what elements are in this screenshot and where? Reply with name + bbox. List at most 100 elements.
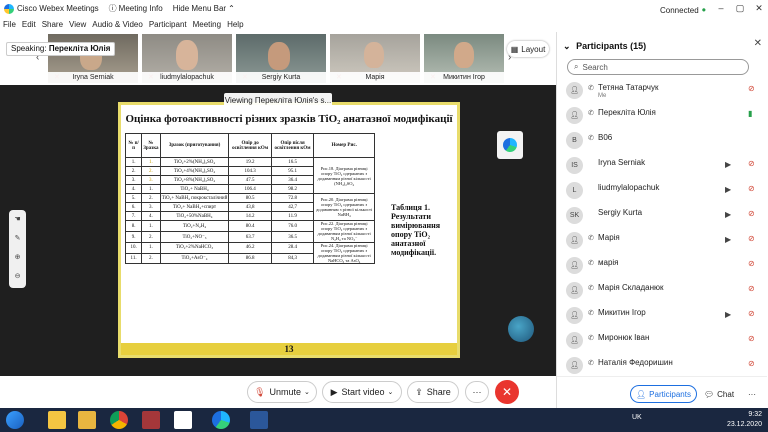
participant-row[interactable]: 👤︎ ✆ Марія Складанюк ⊘	[557, 278, 767, 303]
table-cell: 36.4	[270, 175, 315, 185]
menu-participant[interactable]: Participant	[149, 20, 187, 29]
menu-file[interactable]: File	[3, 20, 16, 29]
table-cell: 4.	[141, 211, 161, 221]
table-cell: 84,3	[270, 252, 315, 264]
table-header: № Зразка	[141, 133, 161, 158]
language-indicator[interactable]: UK	[632, 414, 642, 421]
participant-row[interactable]: 👤︎ ✆ Наталія Федоришин ⊘	[557, 353, 767, 378]
video-strip: ✕ Iryna Serniak ✕ liudmylalopachuk ✕ Ser…	[0, 32, 556, 85]
menu-share[interactable]: Share	[42, 20, 63, 29]
shared-slide: Оцінка фотоактивності різних зразків TiO…	[118, 102, 460, 358]
pointer-icon[interactable]: ☚	[9, 210, 26, 229]
viewing-share-banner[interactable]: Viewing Перекліта Юлія's s...	[224, 93, 332, 107]
maximize-button[interactable]: ▢	[731, 0, 749, 17]
access-icon[interactable]	[142, 411, 160, 429]
floating-webex-widget[interactable]	[497, 131, 523, 159]
menu-meeting[interactable]: Meeting	[193, 20, 221, 29]
unmute-button[interactable]: 🎙︎ Unmute ⌄	[247, 381, 317, 403]
participant-row[interactable]: 👤︎ ✆ Микитин Ігор ▶ ⊘	[557, 303, 767, 328]
pen-icon[interactable]: ✎	[9, 229, 26, 248]
video-tile-name: Марія	[330, 72, 420, 83]
participant-row[interactable]: IS Iryna Serniak ▶ ⊘	[557, 153, 767, 178]
avatar: IS	[566, 157, 583, 174]
active-speaker-label: Speaking: Перекліта Юлія	[6, 42, 116, 56]
avatar: 👤︎	[566, 82, 583, 99]
start-button-icon[interactable]	[6, 411, 24, 429]
share-button[interactable]: ⇪ Share	[407, 381, 459, 403]
minimize-button[interactable]: –	[712, 0, 730, 17]
chrome-icon[interactable]	[110, 411, 128, 429]
participant-row[interactable]: 👤︎ ✆ Тетяна Татарчук Me ⊘	[557, 78, 767, 103]
table-cell: 2.	[141, 252, 161, 264]
zoom-in-icon[interactable]: ⊕	[9, 248, 26, 267]
table-cell: 46.2	[228, 242, 272, 254]
menu-edit[interactable]: Edit	[22, 20, 36, 29]
participant-row[interactable]: 👤︎ ✆ Марія ▶ ⊘	[557, 228, 767, 253]
camera-icon: ▶	[725, 185, 732, 194]
table-cell: TiO₂+N₂H₄	[159, 220, 230, 232]
table-cell: 14.2	[228, 211, 272, 221]
table-cell: TiO₂+AsO⁻₄	[159, 252, 230, 264]
table-cell: 4.	[124, 184, 143, 194]
search-icon: ⌕	[574, 62, 579, 71]
table-cell: 3.	[124, 175, 143, 185]
table-cell: TiO₂+ NaBH₄ покроксталічний	[159, 193, 230, 203]
audio-device-icon: ✆	[588, 85, 594, 92]
end-call-button[interactable]: ✕	[495, 380, 519, 404]
menu-view[interactable]: View	[69, 20, 86, 29]
chevron-down-icon[interactable]: ⌄	[563, 41, 571, 51]
panel-more-button[interactable]: ···	[743, 385, 761, 403]
table-cell: 42,7	[270, 202, 315, 212]
table-cell: 106.4	[228, 184, 272, 194]
table-header: Номер Рис.	[313, 133, 375, 158]
app-icon[interactable]	[174, 411, 192, 429]
table-cell: 1.	[141, 184, 161, 194]
table-cell: TiO₂+2%(NH₄)₂SO₄	[159, 157, 230, 167]
chat-tab-button[interactable]: 💬︎ Chat	[699, 385, 739, 403]
table-cell: 19.2	[228, 157, 272, 167]
table-cell: 3.	[141, 202, 161, 212]
panel-title: ⌄ Participants (15)	[563, 41, 647, 51]
system-clock[interactable]: 9:32 23.12.2020	[727, 410, 762, 430]
hide-menu-bar-button[interactable]: Hide Menu Bar ⌃	[173, 4, 235, 13]
participant-row[interactable]: SK Sergiy Kurta ▶ ⊘	[557, 203, 767, 228]
zoom-out-icon[interactable]: ⊖	[9, 267, 26, 286]
participant-name: liudmylalopachuk	[598, 183, 660, 192]
close-panel-button[interactable]: ✕	[754, 38, 762, 49]
menu-audio-video[interactable]: Audio & Video	[92, 20, 143, 29]
table-cell: TiO₂+50%NaBH₄	[159, 211, 230, 221]
video-tile-name: Iryna Serniak	[48, 72, 138, 83]
files-icon[interactable]	[78, 411, 96, 429]
participant-row[interactable]: Lliudmylalopachuk ▶ ⊘	[557, 178, 767, 203]
participant-row[interactable]: 👤︎ ✆ Миронюк Іван ⊘	[557, 328, 767, 353]
participant-search-input[interactable]: ⌕ Search	[567, 59, 749, 75]
participant-row[interactable]: 👤︎ ✆ Перекліта Юлія ▮	[557, 103, 767, 128]
participant-name: Тетяна Татарчук	[598, 83, 659, 92]
muted-mic-icon: ⊘	[748, 84, 755, 93]
explorer-icon[interactable]	[48, 411, 66, 429]
video-tile-5[interactable]: ✕ Микитин Ігор	[424, 34, 504, 83]
participant-row[interactable]: 👤︎ ✆ марія ⊘	[557, 253, 767, 278]
avatar: 👤︎	[566, 257, 583, 274]
table-cell: 2.	[124, 166, 143, 176]
audio-device-icon: ✆	[588, 260, 594, 267]
layout-button[interactable]: ▦ Layout	[507, 41, 549, 57]
close-window-button[interactable]: ✕	[750, 0, 768, 17]
table-cell: 7.	[124, 211, 143, 221]
video-tile-2[interactable]: ✕ liudmylalopachuk	[142, 34, 232, 83]
more-options-button[interactable]: ···	[465, 381, 489, 403]
webex-taskbar-icon[interactable]	[212, 411, 230, 429]
table-cell: 8.	[124, 220, 143, 232]
meeting-info-button[interactable]: ⓘ Meeting Info	[109, 3, 163, 14]
video-tile-3[interactable]: ✕ Sergiy Kurta	[236, 34, 326, 83]
participant-video	[454, 42, 474, 68]
menu-help[interactable]: Help	[227, 20, 243, 29]
video-tile-4[interactable]: ✕ Марія	[330, 34, 420, 83]
participants-tab-button[interactable]: 👤︎ Participants	[630, 385, 697, 403]
floating-bubble-icon[interactable]	[508, 316, 534, 342]
table-cell: 2.	[141, 166, 161, 176]
participant-row[interactable]: B ✆ B06	[557, 128, 767, 153]
start-video-button[interactable]: ▶ Start video ⌄	[322, 381, 402, 403]
word-icon[interactable]	[250, 411, 268, 429]
avatar: B	[566, 132, 583, 149]
